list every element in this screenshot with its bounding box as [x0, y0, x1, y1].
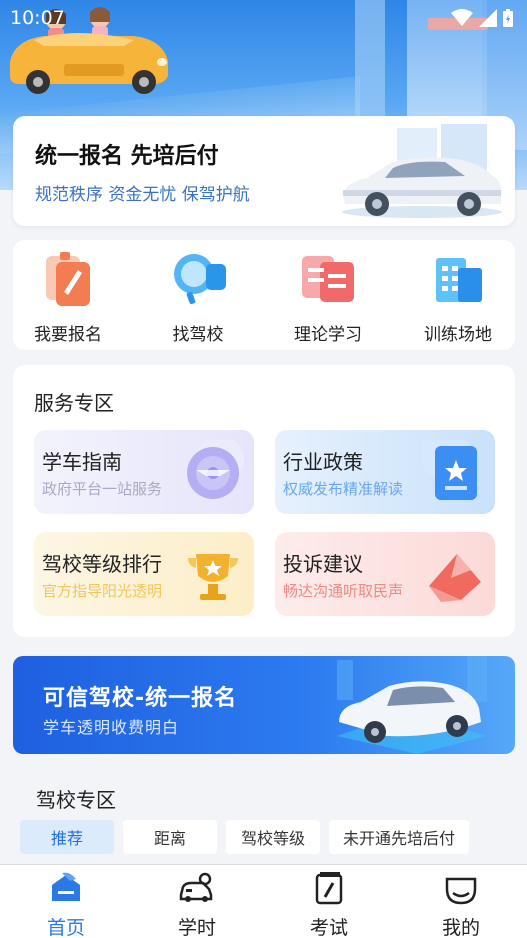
status-bar: 10:07 [0, 0, 527, 36]
tile-title: 学车指南 [42, 450, 122, 474]
tile-subtitle: 权威发布精准解读 [283, 480, 404, 498]
quick-entry-theory[interactable]: 理论学习 [273, 248, 383, 348]
tile-subtitle: 官方指导阳光透明 [42, 582, 163, 600]
filter-chip-distance[interactable]: 距离 [123, 820, 217, 854]
quick-entry-label: 训练场地 [424, 325, 492, 345]
steering-wheel-icon [187, 440, 244, 499]
tile-school-ranking[interactable]: 驾校等级排行 官方指导阳光透明 [34, 532, 254, 616]
theory-study-icon [302, 256, 354, 302]
profile-icon [445, 877, 477, 905]
quick-entry-label: 我要报名 [34, 325, 102, 345]
quick-entry-panel: 我要报名 找驾校 理论学习 训练场地 [13, 240, 515, 350]
banner-title: 统一报名 先培后付 [35, 144, 219, 169]
nav-tab-label: 考试 [309, 917, 348, 938]
study-hours-icon [179, 872, 213, 902]
home-icon [52, 872, 80, 901]
complaint-envelope-icon [429, 554, 481, 602]
tile-subtitle: 畅达沟通听取民声 [283, 582, 404, 600]
battery-icon [503, 9, 513, 27]
tile-learning-guide[interactable]: 学车指南 政府平台一站服务 [34, 430, 254, 514]
nav-tab-home[interactable]: 首页 [21, 871, 111, 938]
tile-industry-policy[interactable]: 行业政策 权威发布精准解读 [275, 430, 495, 514]
promo-title: 可信驾校-统一报名 [43, 686, 238, 711]
nav-tab-study-hours[interactable]: 学时 [152, 871, 242, 938]
filter-chip-not-enabled[interactable]: 未开通先培后付 [329, 820, 470, 854]
bottom-navigation: 首页 学时 考试 我的 [0, 864, 527, 938]
tile-title: 驾校等级排行 [42, 552, 162, 576]
promo-subtitle: 学车透明收费明白 [43, 718, 180, 737]
white-car-illustration [342, 124, 502, 218]
training-ground-icon [436, 258, 482, 302]
tile-complaint-suggestion[interactable]: 投诉建议 畅达沟通听取民声 [275, 532, 495, 616]
tile-subtitle: 政府平台一站服务 [42, 480, 163, 498]
nav-tab-profile[interactable]: 我的 [416, 871, 506, 938]
status-icons [451, 9, 513, 27]
school-zone-title: 驾校专区 [36, 788, 116, 812]
promo-banner[interactable]: 可信驾校-统一报名 学车透明收费明白 [13, 656, 515, 754]
banner-subtitle: 规范秩序 资金无忧 保驾护航 [35, 185, 250, 205]
tile-title: 行业政策 [283, 450, 363, 474]
wifi-icon [451, 9, 473, 26]
quick-entry-find-school[interactable]: 找驾校 [143, 248, 253, 348]
banner-card[interactable]: 统一报名 先培后付 规范秩序 资金无忧 保驾护航 [13, 116, 515, 226]
filter-chip-recommended[interactable]: 推荐 [20, 820, 114, 854]
nav-tab-label: 学时 [177, 917, 216, 938]
service-zone-panel: 服务专区 学车指南 政府平台一站服务 行业政策 权威发布精准解读 驾校等级排行 … [13, 365, 515, 637]
find-school-icon [174, 254, 226, 305]
quick-entry-label: 理论学习 [294, 325, 362, 345]
exam-icon [315, 872, 343, 905]
signal-icon [479, 9, 497, 27]
nav-tab-label: 首页 [46, 917, 85, 938]
tile-title: 投诉建议 [283, 552, 363, 576]
quick-entry-signup[interactable]: 我要报名 [13, 248, 123, 348]
promo-car-illustration [337, 656, 487, 754]
nav-tab-exam[interactable]: 考试 [284, 871, 374, 938]
nav-tab-label: 我的 [441, 917, 480, 938]
service-zone-title: 服务专区 [34, 391, 114, 415]
quick-entry-label: 找驾校 [172, 325, 224, 345]
trophy-icon [188, 554, 238, 600]
signup-icon [46, 252, 90, 306]
status-time: 10:07 [10, 7, 65, 29]
filter-chip-school-level[interactable]: 驾校等级 [226, 820, 320, 854]
quick-entry-training-ground[interactable]: 训练场地 [403, 248, 513, 348]
school-filter-chips: 推荐 距离 驾校等级 未开通先培后付 [20, 820, 470, 854]
policy-document-icon [421, 440, 477, 500]
